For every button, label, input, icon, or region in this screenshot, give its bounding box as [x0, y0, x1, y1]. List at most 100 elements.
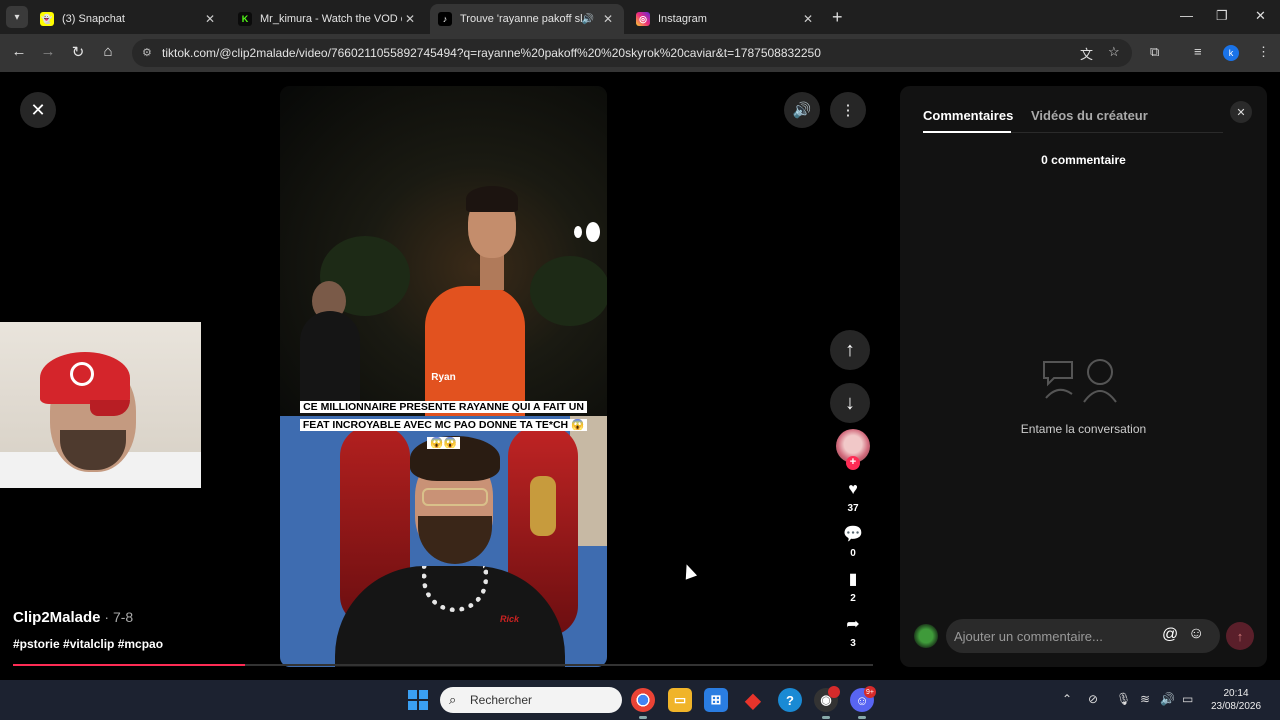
chrome-icon[interactable]	[631, 688, 655, 719]
app-red-diamond-icon[interactable]: ◆	[741, 688, 765, 712]
microsoft-store-icon[interactable]: ⊞	[704, 688, 728, 712]
mention-icon[interactable]: @	[1162, 626, 1178, 644]
tiktok-video-page: ✕ Ryan Rick CE MILLIONNAIRE PRESENTE RAY…	[0, 72, 1280, 680]
empty-conversation-icon	[1043, 359, 1117, 403]
tab-audio-icon[interactable]: 🔊	[582, 14, 594, 25]
caption-text: CE MILLIONNAIRE PRESENTE RAYANNE QUI A F…	[299, 401, 588, 449]
profile-avatar[interactable]: k	[1223, 45, 1239, 61]
tab-comments[interactable]: Commentaires	[923, 108, 1013, 123]
microphone-icon[interactable]: 🎙	[1116, 692, 1131, 706]
tab-title: Mr_kimura - Watch the VOD on	[260, 13, 402, 25]
creator-username[interactable]: Clip2Malade · 7-8	[13, 609, 133, 626]
previous-video-button[interactable]: ↑	[830, 330, 870, 370]
translate-icon[interactable]: 文	[1080, 44, 1093, 63]
tab-search-menu-button[interactable]: ▾	[6, 6, 28, 28]
clock-date: 23/08/2026	[1210, 701, 1262, 712]
reload-icon[interactable]: ↻	[68, 43, 88, 61]
like-button[interactable]: ♥ 37	[836, 481, 870, 514]
webcam-overlay	[0, 322, 201, 488]
tray-app-icon[interactable]: ⊘	[1088, 692, 1098, 706]
browser-menu-icon[interactable]: ⋮	[1257, 44, 1270, 60]
taskbar-search-placeholder: Rechercher	[470, 693, 533, 707]
wifi-icon[interactable]: ≋	[1140, 692, 1150, 706]
media-control-icon[interactable]: ≡	[1194, 44, 1202, 59]
volume-button[interactable]: 🔊	[784, 92, 820, 128]
save-button[interactable]: ▮ 2	[836, 571, 870, 604]
post-date: · 7-8	[100, 609, 134, 625]
bookmark-icon: ▮	[848, 571, 858, 588]
taskbar-clock[interactable]: 20:14 23/08/2026	[1206, 687, 1266, 713]
tab-close-icon[interactable]: ✕	[800, 12, 816, 26]
tab-instagram[interactable]: ◎ Instagram ✕	[628, 4, 824, 34]
shirt-logo: Rick	[500, 614, 520, 624]
windows-start-icon[interactable]	[408, 690, 428, 710]
more-options-button[interactable]: ⋮	[830, 92, 866, 128]
send-arrow-icon: ↑	[1236, 628, 1244, 644]
file-explorer-icon[interactable]: ▭	[668, 688, 692, 712]
next-video-button[interactable]: ↓	[830, 383, 870, 423]
tray-overflow-icon[interactable]: ⌃	[1062, 692, 1072, 706]
windows-taskbar: ⌕ Rechercher ▭ ⊞ ◆ ? ◉ ☺ 9+ ⌃ ⊘ 🎙 ≋ 🔊 ▭ …	[0, 680, 1280, 720]
creator-name-text[interactable]: Clip2Malade	[13, 609, 101, 626]
user-avatar	[914, 624, 938, 648]
clock-time: 20:14	[1223, 688, 1249, 699]
help-icon[interactable]: ?	[778, 688, 802, 712]
speaker-icon: 🔊	[792, 102, 812, 119]
instagram-icon: ◎	[636, 12, 650, 26]
tab-title: (3) Snapchat	[62, 13, 125, 25]
name-label: Ryan	[431, 372, 456, 383]
arrow-up-icon: ↑	[845, 338, 855, 361]
arrow-down-icon: ↓	[845, 391, 855, 414]
address-bar[interactable]: ⚙ tiktok.com/@clip2malade/video/76602110…	[132, 39, 1132, 67]
restore-icon[interactable]: ❐	[1216, 8, 1228, 24]
save-count: 2	[850, 593, 856, 604]
video-scene-bottom: Rick	[280, 416, 607, 667]
share-arrow-icon: ➦	[846, 616, 860, 633]
browser-tab-strip: ▾ 👻 (3) Snapchat ✕ K Mr_kimura - Watch t…	[0, 0, 1280, 34]
follow-plus-icon[interactable]: +	[846, 456, 860, 470]
heart-icon: ♥	[848, 481, 858, 498]
bookmark-star-icon[interactable]: ☆	[1108, 44, 1120, 60]
like-count: 37	[847, 503, 859, 514]
more-icon: ⋮	[840, 102, 856, 119]
tab-kick[interactable]: K Mr_kimura - Watch the VOD on ✕	[230, 4, 426, 34]
forward-arrow-icon[interactable]: →	[38, 43, 58, 60]
video-progress-bar[interactable]	[13, 664, 873, 666]
video-player[interactable]: Ryan Rick CE MILLIONNAIRE PRESENTE RAYAN…	[280, 86, 607, 667]
tab-tiktok[interactable]: ♪ Trouve 'rayanne pakoff skyr 🔊 ✕	[430, 4, 624, 34]
tab-snapchat[interactable]: 👻 (3) Snapchat ✕	[32, 4, 226, 34]
send-comment-button[interactable]: ↑	[1226, 622, 1254, 650]
taskbar-search[interactable]: ⌕ Rechercher	[440, 687, 622, 713]
close-video-button[interactable]: ✕	[20, 92, 56, 128]
home-icon[interactable]: ⌂	[98, 43, 118, 60]
minimize-icon[interactable]: —	[1180, 8, 1193, 23]
url-text: tiktok.com/@clip2malade/video/7660211055…	[162, 46, 821, 60]
comment-button[interactable]: 💬 0	[836, 526, 870, 559]
extensions-icon[interactable]: ⧉	[1150, 44, 1159, 60]
comment-bubble-icon: 💬	[843, 526, 863, 543]
tab-close-icon[interactable]: ✕	[202, 12, 218, 26]
tab-close-icon[interactable]: ✕	[402, 12, 418, 26]
tab-close-icon[interactable]: ✕	[600, 12, 616, 26]
tab-title: Instagram	[658, 13, 707, 25]
new-tab-button[interactable]: +	[832, 8, 843, 26]
recording-badge	[828, 686, 840, 698]
share-button[interactable]: ➦ 3	[836, 616, 870, 649]
site-info-icon[interactable]: ⚙	[142, 46, 152, 59]
comment-count-heading: 0 commentaire	[1041, 153, 1126, 167]
share-count: 3	[850, 638, 856, 649]
kick-icon: K	[238, 12, 252, 26]
window-close-icon[interactable]: ✕	[1255, 8, 1266, 24]
video-caption: CE MILLIONNAIRE PRESENTE RAYANNE QUI A F…	[296, 397, 591, 451]
tab-creator-videos[interactable]: Vidéos du créateur	[1031, 108, 1148, 123]
video-scene-top: Ryan	[280, 86, 607, 421]
emoji-icon[interactable]: ☺	[1188, 625, 1204, 643]
volume-tray-icon[interactable]: 🔊	[1160, 692, 1175, 706]
video-hashtags[interactable]: #pstorie #vitalclip #mcpao	[13, 637, 163, 651]
comment-input[interactable]: Ajouter un commentaire...	[946, 619, 1220, 653]
close-panel-button[interactable]: ✕	[1230, 101, 1252, 123]
battery-icon[interactable]: ▭	[1182, 692, 1193, 706]
tiktok-icon: ♪	[438, 12, 452, 26]
back-arrow-icon[interactable]: ←	[9, 43, 29, 60]
snapchat-icon: 👻	[40, 12, 54, 26]
